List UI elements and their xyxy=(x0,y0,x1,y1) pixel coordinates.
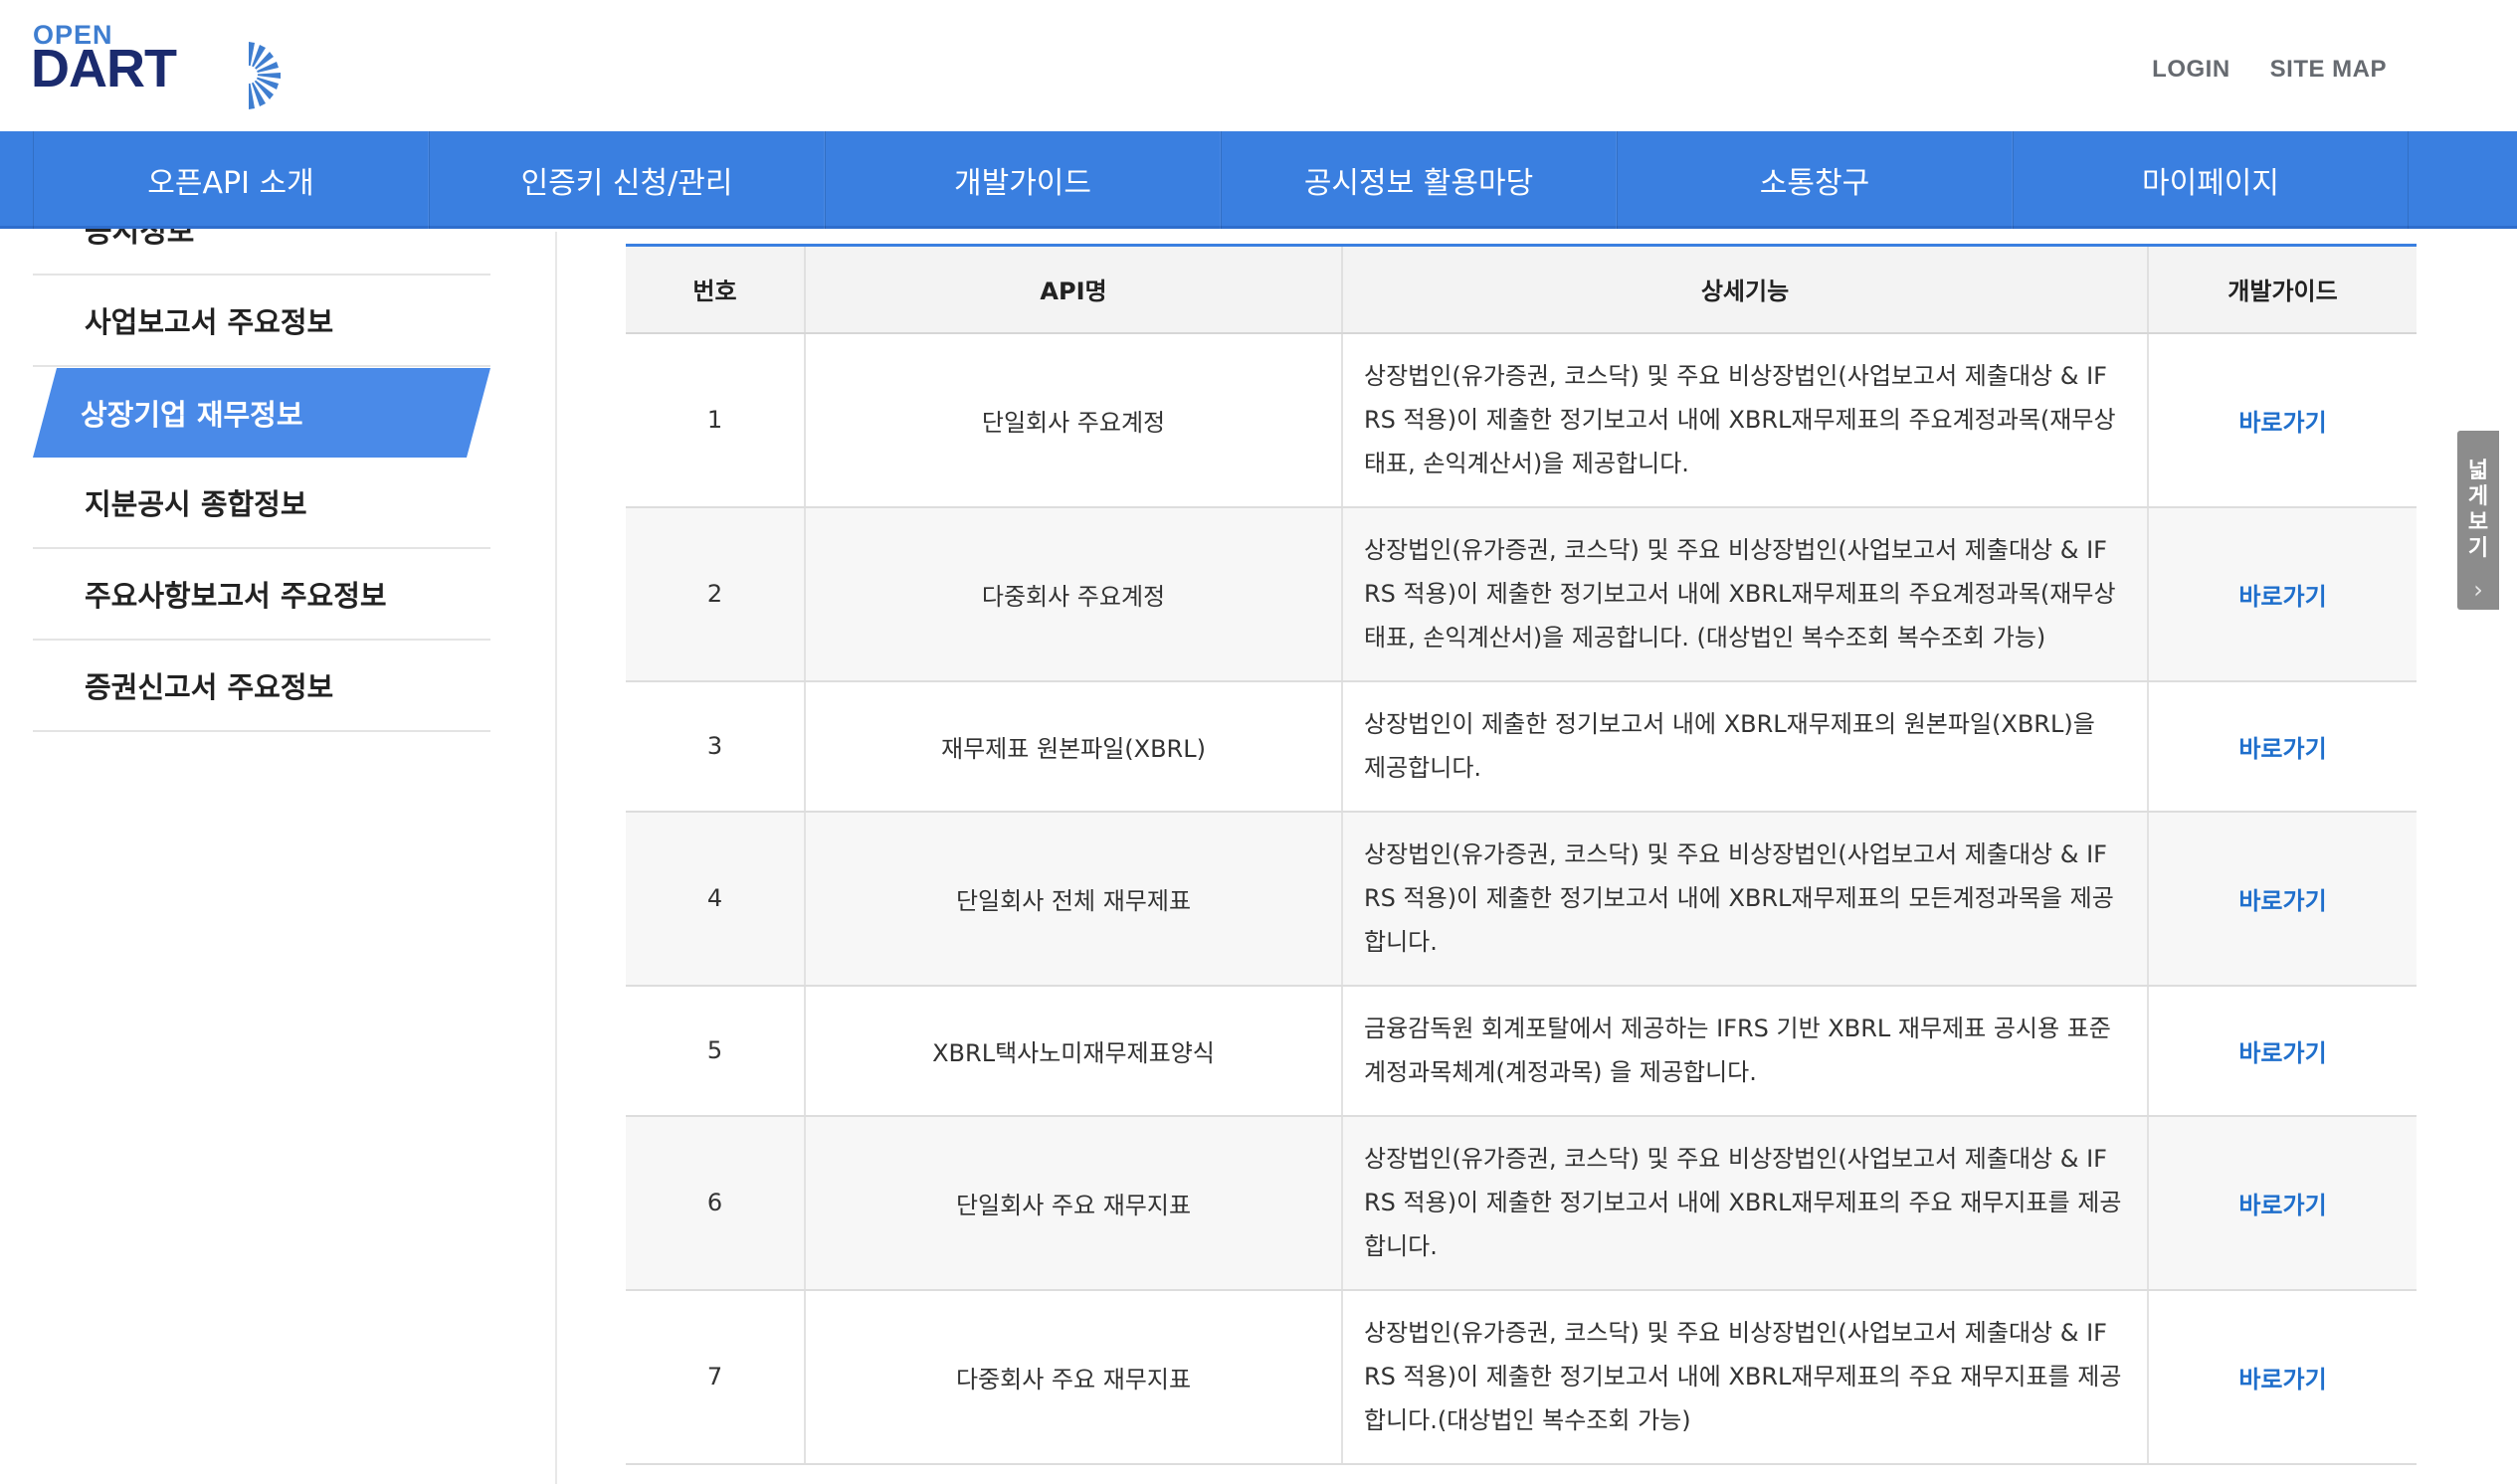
row-number: 5 xyxy=(626,985,806,1117)
row-api-name: 단일회사 주요 재무지표 xyxy=(805,1115,1343,1291)
go-link[interactable]: 바로가기 xyxy=(2238,887,2326,915)
row-description: 금융감독원 회계포탈에서 제공하는 IFRS 기반 XBRL 재무제표 공시용 … xyxy=(1342,985,2149,1117)
table-row: 4 단일회사 전체 재무제표 상장법인(유가증권, 코스닥) 및 주요 비상장법… xyxy=(626,811,2417,987)
sidebar-item-label: 공시정보 xyxy=(85,229,195,250)
row-number: 1 xyxy=(626,332,806,508)
table-row: 7 다중회사 주요 재무지표 상장법인(유가증권, 코스닥) 및 주요 비상장법… xyxy=(626,1289,2417,1465)
global-nav-bar: 오픈API 소개 인증키 신청/관리 개발가이드 공시정보 활용마당 소통창구 … xyxy=(0,131,2517,229)
row-link-cell: 바로가기 xyxy=(2148,680,2417,813)
row-link-cell: 바로가기 xyxy=(2148,1115,2417,1291)
go-link[interactable]: 바로가기 xyxy=(2238,1366,2326,1393)
sidebar-item-securities-report[interactable]: 증권신고서 주요정보 xyxy=(33,641,490,732)
wide-view-char: 기 xyxy=(2467,536,2489,561)
sidebar-item-major-report[interactable]: 주요사항보고서 주요정보 xyxy=(33,549,490,641)
col-header-number: 번호 xyxy=(626,244,806,334)
opendart-logo[interactable]: OPEN DART xyxy=(31,20,281,109)
sidebar-item-label: 상장기업 재무정보 xyxy=(81,398,303,432)
api-list-table: 번호 API명 상세기능 개발가이드 1 단일회사 주요계정 상장법인(유가증권… xyxy=(626,244,2417,1465)
row-link-cell: 바로가기 xyxy=(2148,506,2417,682)
table-row: 1 단일회사 주요계정 상장법인(유가증권, 코스닥) 및 주요 비상장법인(사… xyxy=(626,332,2417,508)
col-header-api-name: API명 xyxy=(805,244,1343,334)
table-row: 2 다중회사 주요계정 상장법인(유가증권, 코스닥) 및 주요 비상장법인(사… xyxy=(626,506,2417,682)
row-description: 상장법인(유가증권, 코스닥) 및 주요 비상장법인(사업보고서 제출대상 & … xyxy=(1342,332,2149,508)
chevron-right-icon: › xyxy=(2473,576,2483,604)
logo-radial-icon xyxy=(240,42,281,109)
row-link-cell: 바로가기 xyxy=(2148,332,2417,508)
row-link-cell: 바로가기 xyxy=(2148,811,2417,987)
sidebar-item-listed-financial[interactable]: 상장기업 재무정보 xyxy=(33,368,490,458)
wide-view-char: 넓 xyxy=(2467,459,2489,483)
logo-dart-text: DART xyxy=(31,39,177,98)
col-header-dev-guide: 개발가이드 xyxy=(2148,244,2417,334)
row-description: 상장법인이 제출한 정기보고서 내에 XBRL재무제표의 원본파일(XBRL)을… xyxy=(1342,680,2149,813)
row-number: 4 xyxy=(626,811,806,987)
sidebar-item-business-report[interactable]: 사업보고서 주요정보 xyxy=(33,276,490,367)
table-row: 5 XBRL택사노미재무제표양식 금융감독원 회계포탈에서 제공하는 IFRS … xyxy=(626,985,2417,1117)
row-description: 상장법인(유가증권, 코스닥) 및 주요 비상장법인(사업보고서 제출대상 & … xyxy=(1342,1289,2149,1465)
utility-links: LOGIN SITE MAP xyxy=(2152,56,2387,84)
row-api-name: XBRL택사노미재무제표양식 xyxy=(805,985,1343,1117)
gnb-item-openapi-intro[interactable]: 오픈API 소개 xyxy=(33,131,429,229)
wide-view-toggle[interactable]: 넓 게 보 기 › xyxy=(2457,431,2499,610)
sidebar-menu: 공시정보 사업보고서 주요정보 상장기업 재무정보 지분공시 종합정보 주요사항… xyxy=(33,229,490,1484)
row-number: 7 xyxy=(626,1289,806,1465)
row-number: 3 xyxy=(626,680,806,813)
row-api-name: 다중회사 주요계정 xyxy=(805,506,1343,682)
go-link[interactable]: 바로가기 xyxy=(2238,409,2326,437)
row-description: 상장법인(유가증권, 코스닥) 및 주요 비상장법인(사업보고서 제출대상 & … xyxy=(1342,811,2149,987)
row-number: 2 xyxy=(626,506,806,682)
gnb-item-mypage[interactable]: 마이페이지 xyxy=(2013,131,2409,229)
table-row: 6 단일회사 주요 재무지표 상장법인(유가증권, 코스닥) 및 주요 비상장법… xyxy=(626,1115,2417,1291)
row-link-cell: 바로가기 xyxy=(2148,985,2417,1117)
gnb-item-auth-key[interactable]: 인증키 신청/관리 xyxy=(429,131,825,229)
col-header-description: 상세기능 xyxy=(1342,244,2149,334)
site-header: OPEN DART LOGIN SITE MAP xyxy=(0,0,2517,131)
content-divider xyxy=(555,232,557,1484)
go-link[interactable]: 바로가기 xyxy=(2238,1192,2326,1219)
wide-view-char: 보 xyxy=(2467,510,2489,535)
row-description: 상장법인(유가증권, 코스닥) 및 주요 비상장법인(사업보고서 제출대상 & … xyxy=(1342,1115,2149,1291)
row-api-name: 단일회사 전체 재무제표 xyxy=(805,811,1343,987)
sidebar-item-disclosure-info[interactable]: 공시정보 xyxy=(33,229,490,276)
go-link[interactable]: 바로가기 xyxy=(2238,1039,2326,1067)
row-number: 6 xyxy=(626,1115,806,1291)
go-link[interactable]: 바로가기 xyxy=(2238,735,2326,763)
sidebar-item-equity-disclosure[interactable]: 지분공시 종합정보 xyxy=(33,458,490,549)
gnb-item-communication[interactable]: 소통창구 xyxy=(1617,131,2013,229)
row-description: 상장법인(유가증권, 코스닥) 및 주요 비상장법인(사업보고서 제출대상 & … xyxy=(1342,506,2149,682)
wide-view-char: 게 xyxy=(2467,484,2489,509)
login-link[interactable]: LOGIN xyxy=(2152,56,2230,84)
row-api-name: 단일회사 주요계정 xyxy=(805,332,1343,508)
table-row: 3 재무제표 원본파일(XBRL) 상장법인이 제출한 정기보고서 내에 XBR… xyxy=(626,680,2417,813)
row-api-name: 다중회사 주요 재무지표 xyxy=(805,1289,1343,1465)
gnb-item-dev-guide[interactable]: 개발가이드 xyxy=(825,131,1221,229)
go-link[interactable]: 바로가기 xyxy=(2238,583,2326,611)
table-header-row: 번호 API명 상세기능 개발가이드 xyxy=(626,244,2417,334)
row-api-name: 재무제표 원본파일(XBRL) xyxy=(805,680,1343,813)
row-link-cell: 바로가기 xyxy=(2148,1289,2417,1465)
gnb-item-disclosure-use[interactable]: 공시정보 활용마당 xyxy=(1221,131,1617,229)
site-map-link[interactable]: SITE MAP xyxy=(2270,56,2387,84)
